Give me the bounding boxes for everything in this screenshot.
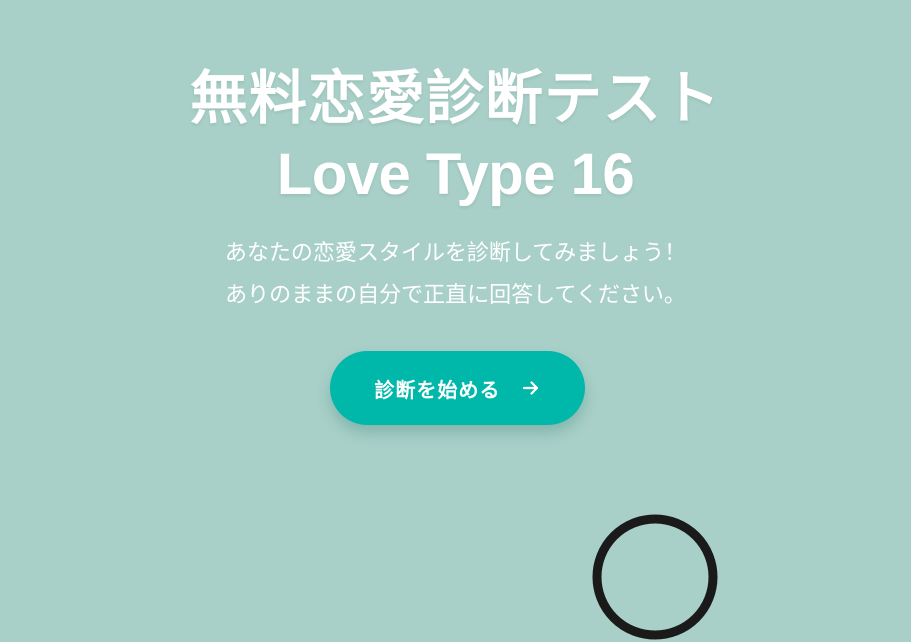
hero-description-line-1: あなたの恋愛スタイルを診断してみましょう！ [224,241,687,266]
arrow-right-icon [521,378,541,398]
start-diagnosis-button-label: 診断を始める [374,377,501,402]
hero-section: 無料恋愛診断テスト Love Type 16 あなたの恋愛スタイルを診断してみま… [0,0,911,640]
start-diagnosis-button[interactable]: 診断を始める [330,351,585,425]
hero-title-japanese: 無料恋愛診断テスト [189,64,721,132]
decorative-ring-icon [592,514,718,640]
hero-title-english: Love Type 16 [276,142,635,207]
hero-description-line-2: ありのままの自分で正直に回答してください。 [225,283,686,308]
